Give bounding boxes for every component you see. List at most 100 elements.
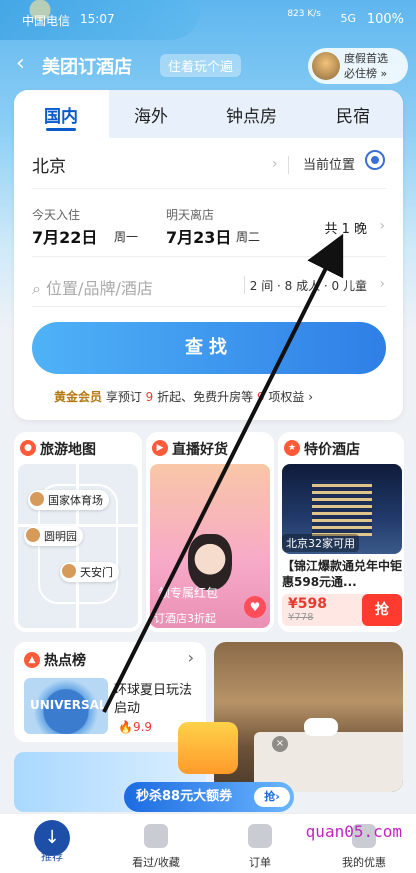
nav-recommend[interactable]: ↓ 推荐 xyxy=(0,814,104,873)
tab-hourly[interactable]: 钟点房 xyxy=(226,102,277,127)
fire-icon: ▲ xyxy=(24,652,40,668)
slogan-badge: 住着玩个遍 xyxy=(160,54,242,77)
nav-orders[interactable]: 订单 xyxy=(208,814,312,873)
hotel-room-banner[interactable] xyxy=(214,642,403,792)
close-icon[interactable]: × xyxy=(272,736,288,752)
image-label: UNIVERSAL xyxy=(30,698,107,712)
map-pin-label: 国家体育场 xyxy=(48,494,103,507)
map-pin[interactable]: 国家体育场 xyxy=(28,490,109,510)
landmark-icon xyxy=(26,528,40,542)
keyword-placeholder: 位置/品牌/酒店 xyxy=(46,279,153,298)
landmark-icon xyxy=(62,564,76,578)
live-deals-tile[interactable]: ▶ 直播好货 领专属红包 订酒店3折起 ♥ xyxy=(146,432,274,632)
carrier-label: 中国电信 xyxy=(22,14,71,28)
member-benefits[interactable]: 黄金会员 享预订 9 折起、免费升房等 9 项权益 › xyxy=(54,388,313,405)
special-hotel-tile[interactable]: ★ 特价酒店 北京32家可用 【锦江爆款通兑年中钜惠598元通... ¥598 … xyxy=(278,432,404,632)
universal-globe-image: UNIVERSAL xyxy=(24,678,108,734)
travel-map-tile[interactable]: ● 旅游地图 国家体育场 圆明园 天安门 xyxy=(14,432,142,632)
divider xyxy=(244,276,245,294)
battery-level: 100% xyxy=(366,12,404,27)
map-pin-label: 圆明园 xyxy=(44,530,77,543)
flash-grab-button[interactable]: 抢› xyxy=(254,787,290,807)
back-arrow-icon[interactable]: ‹ xyxy=(16,51,25,76)
nav-label: 看过/收藏 xyxy=(132,856,180,869)
locate-icon[interactable] xyxy=(365,150,385,170)
net-speed: 823 K/s xyxy=(287,9,321,19)
divider xyxy=(288,156,289,174)
hot-list-title: 热点榜 xyxy=(44,653,86,669)
tile-title: 特价酒店 xyxy=(304,442,360,458)
tile-header: ▶ 直播好货 xyxy=(146,432,274,462)
member-benefit-count: 9 xyxy=(256,390,265,404)
deal-price: ¥598 xyxy=(288,596,327,612)
checkout-date[interactable]: 7月23日 xyxy=(166,224,231,248)
checkout-weekday: 周二 xyxy=(236,230,261,244)
nav-label: 我的优惠 xyxy=(342,856,386,869)
live-subcaption: 订酒店3折起 xyxy=(154,612,216,625)
star-icon xyxy=(144,824,168,848)
streamer-image xyxy=(188,534,232,590)
flash-sale-banner[interactable]: 秒杀88元大额券 抢› xyxy=(124,782,294,812)
member-level: 黄金会员 xyxy=(54,390,103,404)
member-text: 折起、免费升房等 xyxy=(153,390,257,404)
checkin-date[interactable]: 7月22日 xyxy=(32,224,97,248)
member-text: 享预订 xyxy=(105,390,146,404)
hot-item-text: 环球夏日玩法启动 xyxy=(114,683,193,716)
rooms-guests-selector[interactable]: 2 间 · 8 成人 · 0 儿童 xyxy=(250,277,367,294)
deal-description: 【锦江爆款通兑年中钜惠598元通... xyxy=(282,559,403,589)
hot-score: 🔥9.9 xyxy=(118,720,153,734)
member-text: 项权益 xyxy=(264,390,305,404)
tab-overseas[interactable]: 海外 xyxy=(134,102,168,127)
hotel-search-card: 国内 海外 钟点房 民宿 北京 › 当前位置 今天入住 7月22日 周一 明天离… xyxy=(14,90,403,420)
promo-text: 度假首选 必住榜 » xyxy=(344,51,388,81)
play-icon: ▶ xyxy=(152,440,168,456)
tile-title: 直播好货 xyxy=(172,442,228,458)
grab-button[interactable]: 抢 xyxy=(362,594,402,626)
hot-score-value: 9.9 xyxy=(132,720,153,734)
divider xyxy=(32,256,386,257)
landmark-icon xyxy=(30,492,44,506)
keyword-search-input[interactable]: ⌕ 位置/品牌/酒店 xyxy=(32,275,153,299)
nav-label: 推荐 xyxy=(41,850,63,863)
must-stay-list-button[interactable]: 度假首选 必住榜 » xyxy=(308,48,408,84)
map-pin-label: 天安门 xyxy=(80,566,113,579)
nav-history[interactable]: 看过/收藏 xyxy=(104,814,208,873)
orders-icon xyxy=(248,824,272,848)
tile-header: ● 旅游地图 xyxy=(14,432,142,462)
nights-count[interactable]: 共 1 晚 xyxy=(324,218,367,237)
tab-homestay[interactable]: 民宿 xyxy=(336,102,370,127)
find-button[interactable]: 查找 xyxy=(32,322,386,374)
flash-grab-label: 抢 xyxy=(264,790,276,803)
watermark: quan05.com xyxy=(305,822,402,841)
promo-line1: 度假首选 xyxy=(344,52,388,65)
divider xyxy=(32,306,386,307)
nav-label: 订单 xyxy=(249,856,271,869)
chevron-right-icon: › xyxy=(272,156,278,172)
flash-sale-text: 秒杀88元大额券 xyxy=(136,789,233,804)
availability-tag: 北京32家可用 xyxy=(282,534,359,552)
hot-list-card[interactable]: ▲ 热点榜 › UNIVERSAL 环球夏日玩法启动 🔥9.9 xyxy=(14,642,206,742)
checkin-weekday: 周一 xyxy=(114,230,139,244)
original-price: ¥778 xyxy=(288,612,314,623)
map-pin[interactable]: 圆明园 xyxy=(24,526,83,546)
current-location-button[interactable]: 当前位置 xyxy=(303,154,355,173)
status-bar: 中国电信 15:07 823 K/s 5G 100% xyxy=(0,0,416,36)
heart-icon[interactable]: ♥ xyxy=(244,596,266,618)
live-preview: 领专属红包 订酒店3折起 ♥ xyxy=(150,464,270,628)
chevron-right-icon: › xyxy=(379,276,385,292)
tab-bar: 国内 海外 钟点房 民宿 xyxy=(14,90,403,138)
chevron-right-icon[interactable]: › xyxy=(188,648,194,667)
red-packet-icon[interactable] xyxy=(178,722,238,774)
map-pin[interactable]: 天安门 xyxy=(60,562,119,582)
tile-header: ★ 特价酒店 xyxy=(278,432,404,462)
checkout-label: 明天离店 xyxy=(166,208,215,222)
map-icon: ● xyxy=(20,440,36,456)
promo-line2: 必住榜 » xyxy=(344,67,388,80)
promo-avatar xyxy=(312,52,340,80)
tab-domestic[interactable]: 国内 xyxy=(44,102,78,127)
clock: 15:07 xyxy=(80,12,115,26)
tile-title: 旅游地图 xyxy=(40,442,96,458)
towel-image xyxy=(304,718,338,736)
price-box: ¥598 ¥778 抢 xyxy=(282,594,402,626)
checkin-label: 今天入住 xyxy=(32,208,81,222)
